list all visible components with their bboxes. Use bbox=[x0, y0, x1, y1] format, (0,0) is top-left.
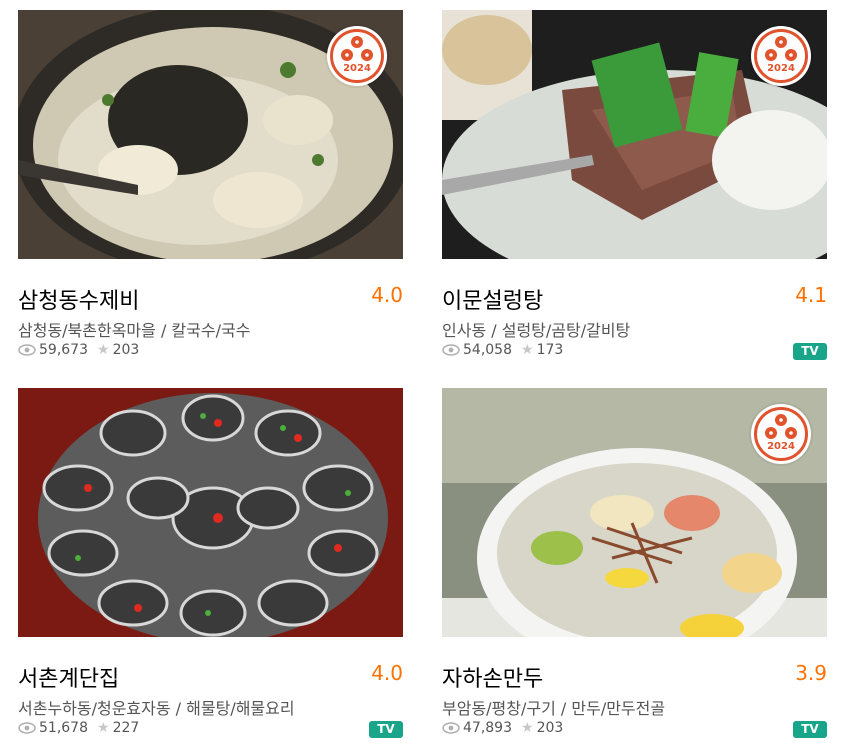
restaurant-name[interactable]: 삼청동수제비 bbox=[18, 283, 139, 315]
tv-badge: TV bbox=[793, 721, 827, 738]
view-count: 59,673 bbox=[39, 342, 88, 358]
review-count: 173 bbox=[536, 342, 564, 358]
review-count: 203 bbox=[536, 720, 564, 736]
award-2024-badge: 2024 bbox=[751, 26, 811, 86]
restaurant-name[interactable]: 서촌계단집 bbox=[18, 661, 119, 693]
badge-year: 2024 bbox=[767, 441, 795, 452]
restaurant-card[interactable]: 2024 자하손만두 3.9 부암동/평창/구기 / 만두/만두전골 47,89… bbox=[442, 388, 827, 738]
eye-icon bbox=[442, 722, 460, 734]
flower-icon bbox=[765, 36, 797, 61]
restaurant-meta: 부암동/평창/구기 / 만두/만두전골 bbox=[442, 699, 666, 718]
review-count: 227 bbox=[112, 720, 140, 736]
badge-year: 2024 bbox=[767, 63, 795, 74]
restaurant-meta: 서촌누하동/청운효자동 / 해물탕/해물요리 bbox=[18, 699, 295, 718]
review-count: 203 bbox=[112, 342, 140, 358]
restaurant-card[interactable]: 2024 이문설렁탕 4.1 인사동 / 설렁탕/곰탕/갈비탕 54,058 ★… bbox=[442, 10, 827, 360]
view-count: 51,678 bbox=[39, 720, 88, 736]
tv-badge: TV bbox=[793, 343, 827, 360]
flower-icon bbox=[341, 36, 373, 61]
restaurant-card[interactable]: 서촌계단집 4.0 서촌누하동/청운효자동 / 해물탕/해물요리 51,678 … bbox=[18, 388, 403, 738]
view-count: 54,058 bbox=[463, 342, 512, 358]
eye-icon bbox=[18, 344, 36, 356]
view-count: 47,893 bbox=[463, 720, 512, 736]
restaurant-rating: 4.1 bbox=[795, 283, 827, 307]
star-icon: ★ bbox=[521, 720, 534, 736]
restaurant-name[interactable]: 자하손만두 bbox=[442, 661, 543, 693]
restaurant-stats: 47,893 ★ 203 bbox=[442, 720, 563, 736]
flower-icon bbox=[765, 414, 797, 439]
restaurant-meta: 인사동 / 설렁탕/곰탕/갈비탕 bbox=[442, 321, 631, 340]
restaurant-name[interactable]: 이문설렁탕 bbox=[442, 283, 543, 315]
award-2024-badge: 2024 bbox=[751, 404, 811, 464]
restaurant-rating: 4.0 bbox=[371, 661, 403, 685]
restaurant-photo[interactable] bbox=[18, 388, 403, 637]
restaurant-stats: 59,673 ★ 203 bbox=[18, 342, 139, 358]
eye-icon bbox=[18, 722, 36, 734]
eye-icon bbox=[442, 344, 460, 356]
restaurant-photo[interactable]: 2024 bbox=[18, 10, 403, 259]
badge-year: 2024 bbox=[343, 63, 371, 74]
tv-badge: TV bbox=[369, 721, 403, 738]
star-icon: ★ bbox=[521, 342, 534, 358]
restaurant-card[interactable]: 2024 삼청동수제비 4.0 삼청동/북촌한옥마을 / 칼국수/국수 59,6… bbox=[18, 10, 403, 358]
restaurant-stats: 54,058 ★ 173 bbox=[442, 342, 563, 358]
restaurant-meta: 삼청동/북촌한옥마을 / 칼국수/국수 bbox=[18, 321, 251, 340]
oyster-photo bbox=[18, 388, 403, 637]
award-2024-badge: 2024 bbox=[327, 26, 387, 86]
restaurant-photo[interactable]: 2024 bbox=[442, 388, 827, 637]
restaurant-rating: 4.0 bbox=[371, 283, 403, 307]
restaurant-stats: 51,678 ★ 227 bbox=[18, 720, 139, 736]
star-icon: ★ bbox=[97, 720, 110, 736]
restaurant-rating: 3.9 bbox=[795, 661, 827, 685]
star-icon: ★ bbox=[97, 342, 110, 358]
restaurant-photo[interactable]: 2024 bbox=[442, 10, 827, 259]
